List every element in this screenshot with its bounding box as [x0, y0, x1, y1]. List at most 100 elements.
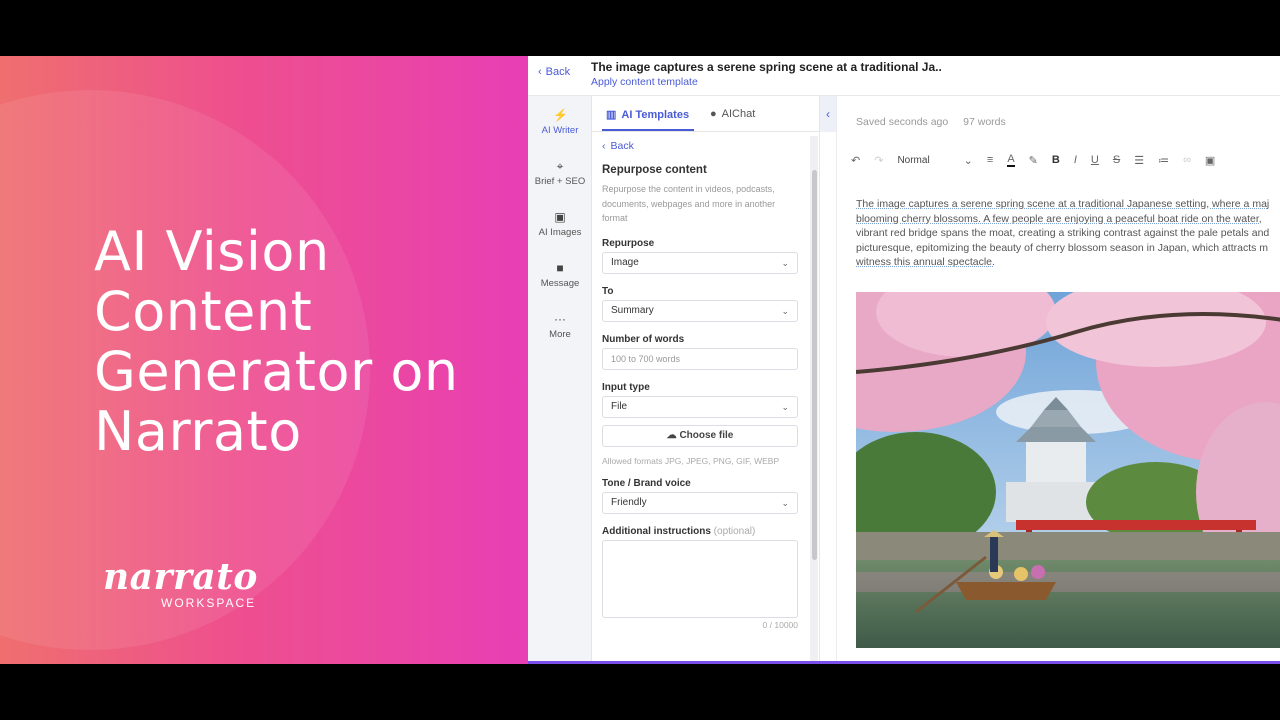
image-insert-icon[interactable]: ▣: [1205, 154, 1215, 167]
apply-template-link[interactable]: Apply content template: [591, 76, 698, 88]
nav-label: Brief + SEO: [534, 176, 586, 187]
redo-icon[interactable]: ↷: [874, 154, 883, 167]
chevron-down-icon: ⌄: [781, 401, 789, 412]
editor-toolbar: ↶ ↷ Normal ⌄ ≡ A ✎ B I U S ☰ ≔ ∞ ▣: [851, 152, 1229, 168]
headline-line: Narrato: [94, 400, 302, 463]
input-type-select[interactable]: File ⌄: [602, 395, 798, 418]
content-text: vibrant red bridge spans the moat, creat…: [856, 227, 1270, 239]
headline-line: Content: [94, 280, 313, 343]
nav-label: AI Images: [538, 227, 582, 238]
image-icon: ▣: [554, 210, 566, 224]
collapse-panel-button[interactable]: ‹: [820, 96, 836, 132]
nav-label: More: [549, 329, 571, 340]
promo-headline: AI Vision Content Generator on Narrato: [94, 222, 514, 462]
lightning-icon: ⚡: [553, 108, 568, 122]
narrato-logo: narrato WORKSPACE: [103, 556, 258, 610]
tone-label: Tone / Brand voice: [602, 477, 691, 489]
templates-panel: ▥ AI Templates ● AIChat ‹ Back Repurpose…: [592, 96, 820, 664]
logo-sub: WORKSPACE: [161, 596, 257, 610]
allowed-formats: Allowed formats JPG, JPEG, PNG, GIF, WEB…: [602, 455, 780, 466]
side-nav: ⚡ AI Writer ⌖ Brief + SEO ▣ AI Images ■ …: [528, 96, 592, 664]
select-value: Image: [611, 256, 639, 268]
tab-ai-templates[interactable]: ▥ AI Templates: [606, 108, 690, 122]
chevron-down-icon: ⌄: [781, 497, 789, 508]
cherry-blossom-photo[interactable]: [856, 292, 1280, 648]
stage: AI Vision Content Generator on Narrato n…: [0, 56, 1280, 664]
nav-message[interactable]: ■ Message: [528, 261, 592, 289]
style-select[interactable]: Normal: [897, 155, 929, 166]
choose-file-label: Choose file: [679, 429, 734, 441]
message-icon: ■: [556, 261, 564, 275]
select-value: File: [611, 400, 628, 412]
instructions-textarea[interactable]: [602, 539, 798, 618]
promo-panel: AI Vision Content Generator on Narrato n…: [0, 56, 528, 664]
tone-select[interactable]: Friendly ⌄: [602, 491, 798, 514]
nav-ai-writer[interactable]: ⚡ AI Writer: [528, 108, 592, 136]
logo-word: narrato: [103, 556, 258, 598]
chevron-down-icon[interactable]: ⌄: [964, 154, 973, 167]
repurpose-form: ‹ Back Repurpose content Repurpose the c…: [602, 140, 798, 630]
word-count: 97 words: [963, 116, 1006, 128]
video-frame: AI Vision Content Generator on Narrato n…: [0, 0, 1280, 720]
underline-icon[interactable]: U: [1091, 154, 1099, 166]
text-color-icon[interactable]: A: [1007, 153, 1015, 167]
highlight-icon[interactable]: ✎: [1029, 154, 1038, 167]
nav-more[interactable]: ··· More: [528, 312, 592, 340]
content-line: The image captures a serene spring scene…: [856, 197, 1280, 212]
editor-content[interactable]: The image captures a serene spring scene…: [856, 197, 1280, 270]
progress-accent-line: [528, 661, 1280, 664]
headline-line: Generator on: [94, 340, 459, 403]
nav-ai-images[interactable]: ▣ AI Images: [528, 210, 592, 238]
top-bar: ‹ Back The image captures a serene sprin…: [528, 56, 1280, 96]
select-value: Summary: [611, 304, 654, 316]
form-description: Repurpose the content in videos, podcast…: [602, 184, 776, 223]
select-value: Friendly: [611, 496, 647, 508]
content-text: picturesque, epitomizing the beauty of c…: [856, 241, 1269, 254]
back-button[interactable]: ‹ Back: [538, 66, 570, 78]
nav-brief-seo[interactable]: ⌖ Brief + SEO: [528, 159, 592, 187]
save-status: Saved seconds ago 97 words: [856, 116, 1006, 128]
more-icon: ···: [554, 312, 566, 326]
bold-icon[interactable]: B: [1052, 154, 1060, 166]
chevron-down-icon: ⌄: [781, 257, 789, 268]
back-label: Back: [545, 66, 571, 78]
undo-icon[interactable]: ↶: [851, 154, 860, 167]
content-text: The image captures a serene spring scene…: [856, 198, 1270, 210]
target-icon: ⌖: [556, 159, 564, 173]
repurpose-label: Repurpose: [602, 237, 655, 249]
choose-file-button[interactable]: ☁ Choose file: [602, 424, 798, 447]
app-window: ‹ Back The image captures a serene sprin…: [528, 56, 1280, 664]
content-text: witness this annual spectacle.: [856, 256, 995, 268]
input-type-label: Input type: [602, 381, 650, 393]
nav-label: AI Writer: [541, 125, 579, 136]
char-counter: 0 / 10000: [762, 619, 798, 630]
strikethrough-icon[interactable]: S: [1113, 154, 1120, 166]
bullet-list-icon[interactable]: ☰: [1134, 154, 1144, 167]
instructions-label-text: Additional instructions: [602, 525, 711, 537]
align-icon[interactable]: ≡: [987, 154, 993, 166]
document-title[interactable]: The image captures a serene spring scene…: [591, 60, 942, 74]
saved-text: Saved seconds ago: [856, 116, 949, 128]
panel-scroll-thumb[interactable]: [812, 170, 817, 560]
content-line: picturesque, epitomizing the beauty of c…: [856, 241, 1280, 256]
italic-icon[interactable]: I: [1074, 154, 1077, 166]
numbered-list-icon[interactable]: ≔: [1158, 154, 1169, 167]
instructions-label: Additional instructions (optional): [602, 526, 798, 537]
headline-line: AI Vision: [94, 220, 330, 283]
content-text: blooming cherry blossoms. A few people a…: [856, 212, 1262, 225]
form-title: Repurpose content: [602, 164, 707, 176]
style-value: Normal: [897, 154, 930, 166]
form-back-button[interactable]: ‹ Back: [602, 140, 798, 152]
to-label: To: [602, 285, 614, 297]
panel-tabs: ▥ AI Templates ● AIChat: [592, 96, 820, 132]
tab-underline: [602, 129, 694, 131]
repurpose-select[interactable]: Image ⌄: [602, 251, 798, 274]
chevron-down-icon: ⌄: [781, 305, 789, 316]
to-select[interactable]: Summary ⌄: [602, 299, 798, 322]
tab-aichat[interactable]: ● AIChat: [710, 108, 755, 120]
words-input[interactable]: 100 to 700 words: [602, 347, 798, 370]
content-line: witness this annual spectacle.: [856, 255, 1280, 270]
tab-label: AI Templates: [621, 108, 690, 121]
link-icon[interactable]: ∞: [1183, 154, 1191, 166]
chevron-left-icon: ‹: [602, 140, 606, 152]
